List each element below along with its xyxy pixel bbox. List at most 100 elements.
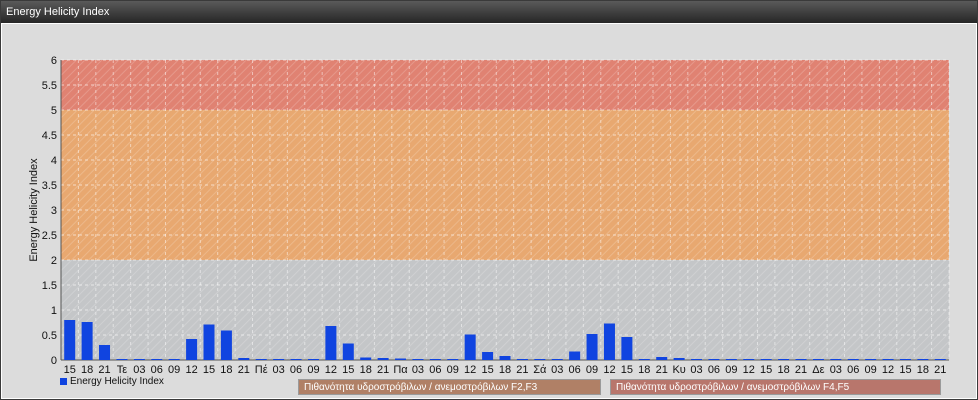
- y-tick-label: 3.5: [42, 180, 57, 192]
- bar: [307, 359, 319, 360]
- bar: [586, 334, 598, 360]
- bar: [412, 359, 424, 360]
- x-tick-label: 15: [481, 364, 493, 376]
- x-tick-label: 06: [708, 364, 720, 376]
- x-tick-label: 15: [760, 364, 772, 376]
- series-legend: Energy Helicity Index: [60, 376, 164, 387]
- bar: [534, 359, 546, 360]
- x-tick-label: 15: [621, 364, 633, 376]
- bar: [290, 359, 302, 360]
- bar: [99, 345, 111, 360]
- y-tick-label: 4: [51, 155, 57, 167]
- x-tick-label: 03: [551, 364, 563, 376]
- x-tick-label: Πα: [393, 364, 408, 376]
- x-tick-label: 12: [464, 364, 476, 376]
- bar: [186, 339, 198, 360]
- bar: [64, 320, 76, 360]
- y-tick-label: 1: [51, 305, 57, 317]
- x-tick-label: 15: [899, 364, 911, 376]
- x-tick-label: 09: [447, 364, 459, 376]
- bar: [865, 359, 877, 360]
- x-tick-label: 06: [429, 364, 441, 376]
- bar: [934, 359, 946, 360]
- y-tick-label: 5: [51, 105, 57, 117]
- bar: [551, 359, 563, 360]
- bar: [569, 351, 581, 360]
- bar: [377, 358, 389, 360]
- x-tick-label: Σά: [533, 364, 547, 376]
- bar: [81, 322, 93, 360]
- x-tick-label: 09: [307, 364, 319, 376]
- x-tick-label: 18: [499, 364, 511, 376]
- y-tick-label: 5.5: [42, 80, 57, 92]
- bar: [273, 359, 285, 360]
- y-tick-label: 4.5: [42, 130, 57, 142]
- x-tick-label: 09: [586, 364, 598, 376]
- x-tick-label: 12: [882, 364, 894, 376]
- x-tick-label: 09: [725, 364, 737, 376]
- bar: [447, 359, 459, 360]
- x-tick-label: 18: [917, 364, 929, 376]
- bar: [725, 359, 737, 360]
- y-tick-label: 0: [51, 355, 57, 367]
- bar: [116, 359, 128, 360]
- x-tick-label: 03: [412, 364, 424, 376]
- bar: [342, 343, 354, 360]
- bar: [708, 359, 720, 360]
- bar: [917, 359, 929, 360]
- x-tick-label: 18: [638, 364, 650, 376]
- x-tick-label: Πέ: [255, 364, 268, 376]
- bar: [360, 357, 372, 360]
- x-tick-label: 18: [360, 364, 372, 376]
- y-tick-label: 0.5: [42, 330, 57, 342]
- bar: [203, 324, 215, 360]
- bar: [238, 358, 250, 360]
- y-tick-label: 2.5: [42, 230, 57, 242]
- y-tick-label: 3: [51, 205, 57, 217]
- bar: [395, 358, 407, 360]
- bar: [656, 357, 668, 360]
- x-tick-label: 21: [656, 364, 668, 376]
- x-tick-label: 03: [273, 364, 285, 376]
- x-tick-label: 06: [569, 364, 581, 376]
- x-tick-label: 18: [777, 364, 789, 376]
- x-tick-label: 12: [325, 364, 337, 376]
- bar: [220, 330, 232, 360]
- bar: [638, 359, 650, 360]
- bar: [621, 337, 633, 360]
- y-tick-label: 1.5: [42, 280, 57, 292]
- bar: [429, 359, 441, 360]
- bar: [603, 323, 615, 360]
- x-tick-label: 09: [865, 364, 877, 376]
- x-tick-label: Τε: [117, 364, 128, 376]
- series-legend-label: Energy Helicity Index: [70, 376, 164, 387]
- bar: [673, 358, 685, 360]
- bar: [795, 359, 807, 360]
- bar: [325, 326, 337, 360]
- bar: [899, 359, 911, 360]
- x-tick-label: 21: [238, 364, 250, 376]
- bar: [691, 359, 703, 360]
- x-tick-label: 21: [377, 364, 389, 376]
- x-tick-label: 15: [342, 364, 354, 376]
- bar: [133, 359, 145, 360]
- bar: [168, 359, 180, 360]
- bar: [830, 359, 842, 360]
- bar: [255, 359, 267, 360]
- x-tick-label: 03: [133, 364, 145, 376]
- x-tick-label: 18: [220, 364, 232, 376]
- x-tick-label: 21: [516, 364, 528, 376]
- bar: [778, 359, 790, 360]
- x-tick-label: 21: [934, 364, 946, 376]
- y-tick-label: 2: [51, 255, 57, 267]
- bar: [847, 359, 859, 360]
- series-legend-swatch: [60, 378, 67, 385]
- x-tick-label: 12: [185, 364, 197, 376]
- x-tick-label: 06: [847, 364, 859, 376]
- x-tick-label: 06: [290, 364, 302, 376]
- bar: [482, 352, 494, 360]
- x-tick-label: 06: [151, 364, 163, 376]
- x-tick-label: 15: [203, 364, 215, 376]
- bar: [499, 356, 511, 360]
- x-tick-label: 15: [64, 364, 76, 376]
